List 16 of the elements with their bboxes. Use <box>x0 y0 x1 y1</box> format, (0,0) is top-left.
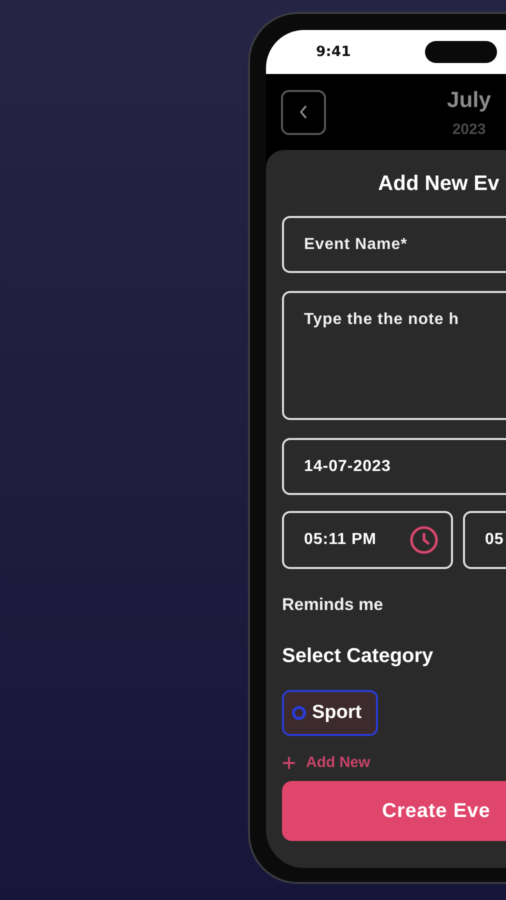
back-button[interactable] <box>281 90 326 134</box>
category-heading: Select Category <box>282 645 434 668</box>
time-field[interactable]: 05:11 PM <box>282 511 453 569</box>
name-field[interactable]: Event Name* <box>282 216 506 273</box>
reminder-label: Reminds me <box>282 595 384 615</box>
date-field[interactable]: 14-07-2023 <box>282 438 506 495</box>
time-field[interactable]: 05 <box>463 511 506 569</box>
status-time: 9:41 <box>316 44 351 60</box>
month-title: July <box>446 86 492 112</box>
clock-icon <box>409 525 439 555</box>
create-event-button[interactable]: Create Eve <box>282 781 506 841</box>
form-title: Add New Ev <box>378 172 500 196</box>
plus-icon <box>282 756 296 770</box>
year-label: 2023 <box>452 120 486 138</box>
note-field[interactable]: Type the the note h <box>282 291 506 420</box>
category-chip[interactable]: Sport <box>282 690 378 736</box>
